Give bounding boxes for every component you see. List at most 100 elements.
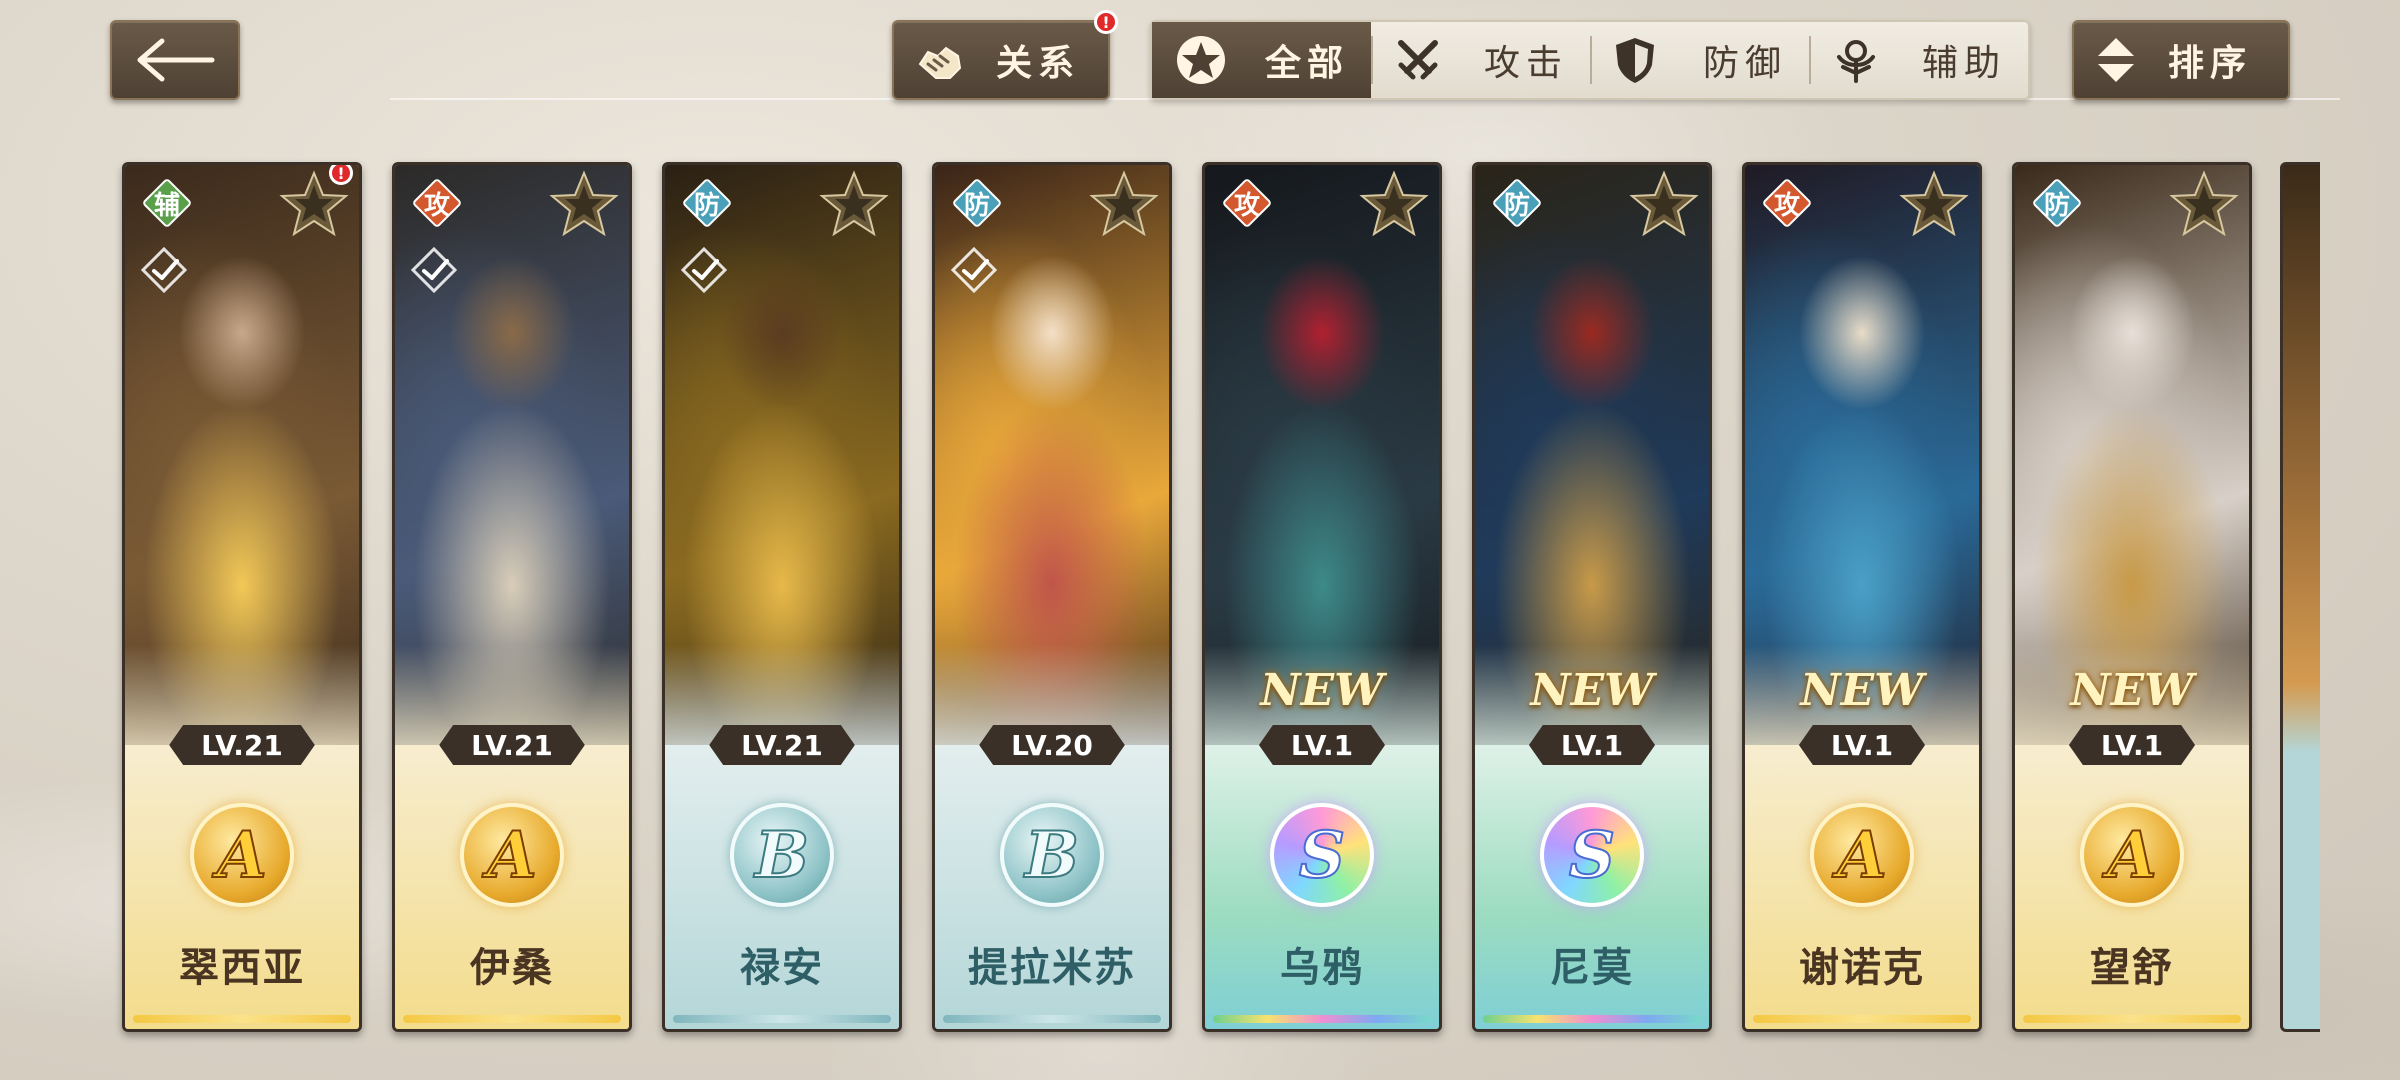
role-badge-support: 辅 [141,177,193,229]
role-badge-defense: 防 [1491,177,1543,229]
character-card[interactable]: 防 LV.20 B 提拉米苏 [932,162,1172,1032]
character-card[interactable]: 攻 NEW LV.1 A 谢诺克 [1742,162,1982,1032]
card-rarity-bar [1213,1015,1431,1023]
card-rarity-bar [403,1015,621,1023]
character-card[interactable]: 攻 LV.21 A 伊桑 [392,162,632,1032]
level-label: LV.1 [2069,725,2195,765]
filter-label-attack: 攻击 [1483,43,1568,84]
favorite-star-icon[interactable] [1899,169,1969,239]
favorite-star-icon[interactable] [549,169,619,239]
role-badge-defense: 防 [951,177,1003,229]
grade-letter: A [486,817,538,894]
character-card[interactable]: 防 LV.21 B 禄安 [662,162,902,1032]
favorite-star-icon[interactable] [1629,169,1699,239]
level-label: LV.1 [1799,725,1925,765]
role-badge-label: 防 [1503,190,1530,221]
character-name: 乌鸦 [1280,945,1364,991]
grade-letter: S [1298,817,1346,894]
role-badge-attack: 攻 [1221,177,1273,229]
handshake-icon [918,46,962,79]
favorite-star-icon[interactable] [1089,169,1159,239]
character-name: 尼莫 [1550,945,1634,991]
filter-tab-all[interactable]: 全部 [1152,22,1371,98]
character-card[interactable]: 攻 NEW LV.1 S 乌鸦 [1202,162,1442,1032]
character-card[interactable]: 防 NEW LV.1 S 尼莫 [1472,162,1712,1032]
character-name: 翠西亚 [179,945,305,991]
sort-button[interactable]: 排序 [2072,20,2290,100]
character-name: 谢诺克 [1799,945,1925,991]
favorite-star-icon[interactable] [2169,169,2239,239]
favorite-star-icon[interactable] [819,169,889,239]
role-badge-attack: 攻 [411,177,463,229]
partial-character-card[interactable] [2280,162,2320,1032]
grade-letter: A [216,817,268,894]
grade-letter: B [754,817,810,894]
relation-button[interactable]: 关系 ! [892,10,1118,100]
character-name: 望舒 [2090,945,2174,991]
filter-tab-attack[interactable]: 攻击 [1371,22,1590,98]
character-card[interactable]: 防 NEW LV.1 A 望舒 [2012,162,2252,1032]
level-label: LV.1 [1529,725,1655,765]
filter-label-support: 辅助 [1921,43,2006,84]
check-mark-icon [140,246,188,294]
grade-badge: A [1810,803,1914,907]
favorite-star-icon[interactable] [1359,169,1429,239]
role-badge-label: 防 [963,190,990,221]
role-badge-label: 防 [693,190,720,221]
role-badge-defense: 防 [2031,177,2083,229]
role-badge-label: 防 [2043,190,2070,221]
role-filter-bar: 全部 攻击 防御 辅助 [1150,20,2030,100]
filter-label-all: 全部 [1264,43,1349,84]
card-rarity-bar [943,1015,1161,1023]
role-badge-label: 攻 [1233,190,1260,221]
new-label: NEW [1260,665,1384,716]
card-rarity-bar [133,1015,351,1023]
level-label: LV.20 [979,725,1125,765]
grade-badge: A [460,803,564,907]
character-card[interactable]: 辅 ! LV.21 A 翠西亚 [122,162,362,1032]
grade-letter: A [1836,817,1888,894]
role-badge-label: 攻 [1773,190,1800,221]
character-name: 伊桑 [470,945,554,991]
check-mark-icon [410,246,458,294]
filter-tab-defense[interactable]: 防御 [1590,22,1809,98]
new-label: NEW [1800,665,1924,716]
new-label: NEW [2070,665,2194,716]
back-arrow-icon [137,38,215,82]
check-mark-icon [680,246,728,294]
support-emblem-icon [1837,40,1875,83]
grade-letter: A [2106,817,2158,894]
level-label: LV.1 [1259,725,1385,765]
grade-badge: S [1270,803,1374,907]
sort-arrows-icon [2098,38,2134,82]
card-rarity-bar [673,1015,891,1023]
card-rarity-bar [2023,1015,2241,1023]
level-label: LV.21 [439,725,585,765]
filter-tab-support[interactable]: 辅助 [1809,22,2028,98]
filter-label-defense: 防御 [1702,43,1787,84]
grade-badge: B [730,803,834,907]
grade-badge: B [1000,803,1104,907]
role-badge-label: 攻 [423,190,450,221]
grade-badge: A [2080,803,2184,907]
level-label: LV.21 [709,725,855,765]
sort-label: 排序 [2168,43,2253,84]
check-mark-icon [950,246,998,294]
grade-letter: S [1568,817,1616,894]
character-name: 提拉米苏 [968,945,1136,991]
role-badge-label: 辅 [153,190,180,221]
shield-icon [1616,38,1654,83]
character-name: 禄安 [740,945,824,991]
back-button[interactable] [110,20,240,100]
grade-letter: B [1024,817,1080,894]
card-rarity-bar [1753,1015,1971,1023]
role-badge-defense: 防 [681,177,733,229]
new-label: NEW [1530,665,1654,716]
grade-badge: S [1540,803,1644,907]
relation-label: 关系 [996,43,1081,84]
grade-badge: A [190,803,294,907]
card-rarity-bar [1483,1015,1701,1023]
star-emblem-icon [1177,36,1225,84]
crossed-swords-icon [1398,40,1438,80]
level-label: LV.21 [169,725,315,765]
